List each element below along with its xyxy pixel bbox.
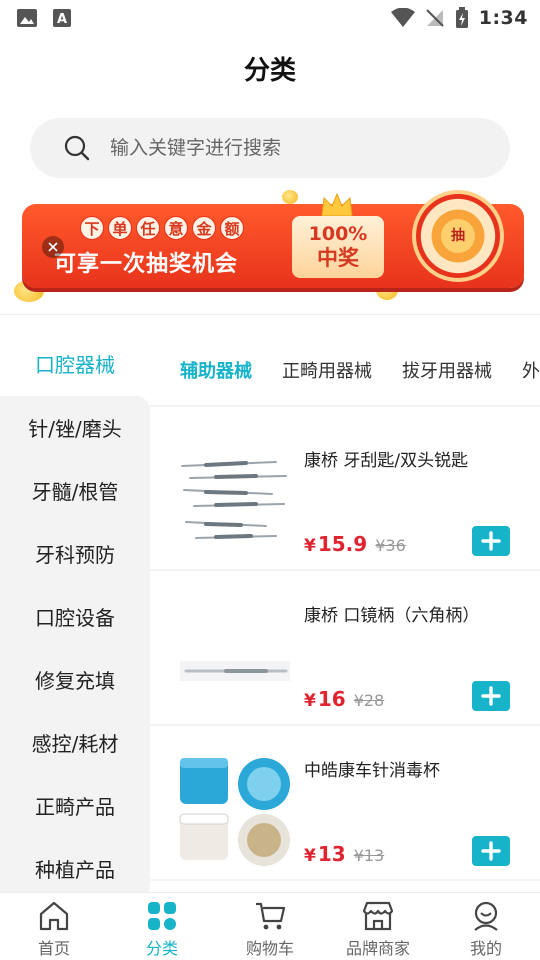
current-price: 13 (317, 842, 346, 866)
product-image-dental-curette (176, 440, 294, 558)
add-to-cart-button[interactable] (472, 526, 510, 556)
image-notification-icon (17, 9, 37, 27)
tab-extraction-instruments[interactable]: 拔牙用器械 (402, 357, 492, 383)
tab-more-truncated[interactable]: 外 (522, 357, 540, 383)
currency-symbol: ¥ (304, 691, 316, 711)
plus-icon (481, 686, 501, 706)
banner-chip: 单 (108, 216, 132, 240)
coin-decoration (282, 190, 298, 204)
wifi-icon (390, 8, 415, 27)
plus-icon (481, 531, 501, 551)
sidebar-item-restorative[interactable]: 修复充填 (0, 648, 150, 711)
nav-mine[interactable]: 我的 (432, 893, 540, 960)
sidebar-item-label: 种植产品 (35, 858, 115, 882)
original-price: ¥28 (353, 691, 385, 710)
sidebar-item-label: 口腔设备 (35, 606, 115, 630)
bottom-nav: 首页 分类 购物车 品牌商家 我的 (0, 892, 540, 960)
banner-chip: 下 (80, 216, 104, 240)
sidebar-item-endodontics[interactable]: 牙髓/根管 (0, 459, 150, 522)
banner-chip: 任 (136, 216, 160, 240)
nav-label: 分类 (145, 939, 178, 958)
sidebar-item-label: 针/锉/磨头 (28, 417, 122, 441)
close-icon (48, 242, 58, 252)
sidebar-item-dental-equipment[interactable]: 口腔设备 (0, 585, 150, 648)
nav-label: 首页 (37, 939, 70, 958)
nav-category[interactable]: 分类 (108, 893, 216, 960)
product-price: ¥ 16 ¥28 (304, 687, 384, 711)
sidebar-item-label: 牙髓/根管 (31, 480, 119, 504)
product-item[interactable]: 中皓康车针消毒杯 ¥ 13 ¥13 (150, 728, 540, 881)
status-bar: A 1:34 (0, 0, 540, 36)
category-icon (148, 902, 176, 930)
product-name: 康桥 口镜柄（六角柄） (304, 606, 480, 626)
product-image-mirror-handle (176, 595, 294, 713)
nav-brands[interactable]: 品牌商家 (324, 893, 432, 960)
product-image-bur-disinfection-cup (176, 750, 294, 868)
nav-home[interactable]: 首页 (0, 893, 108, 960)
search-bar[interactable] (30, 118, 510, 178)
nav-cart[interactable]: 购物车 (216, 893, 324, 960)
product-name: 中皓康车针消毒杯 (304, 761, 440, 781)
nav-label: 购物车 (245, 939, 294, 958)
search-input[interactable] (110, 137, 470, 159)
text-notification-icon: A (53, 9, 71, 27)
original-price: ¥13 (353, 846, 385, 865)
crown-icon (321, 192, 353, 217)
svg-text:A: A (57, 12, 67, 27)
page-title: 分类 (243, 56, 296, 86)
currency-symbol: ¥ (304, 536, 316, 556)
plus-icon (481, 841, 501, 861)
banner-close-button[interactable] (42, 236, 64, 258)
sidebar-item-label: 牙科预防 (35, 543, 115, 567)
category-sidebar: 口腔器械 针/锉/磨头 牙髓/根管 牙科预防 口腔设备 修复充填 感控/耗材 正… (0, 330, 150, 900)
add-to-cart-button[interactable] (472, 681, 510, 711)
add-to-cart-button[interactable] (472, 836, 510, 866)
current-price: 15.9 (317, 532, 368, 556)
content-divider (150, 405, 540, 407)
currency-symbol: ¥ (304, 846, 316, 866)
product-item[interactable]: 康桥 口镜柄（六角柄） ¥ 16 ¥28 (150, 573, 540, 726)
banner-chip: 额 (220, 216, 244, 240)
product-price: ¥ 15.9 ¥36 (304, 532, 406, 556)
sidebar-item-label: 口腔器械 (35, 352, 115, 377)
banner-chips: 下 单 任 意 金 额 (80, 216, 244, 240)
original-price: ¥36 (375, 536, 406, 555)
nav-label: 我的 (469, 939, 502, 958)
prize-percent: 100% (308, 223, 368, 245)
product-item[interactable]: 康桥 牙刮匙/双头锐匙 ¥ 15.9 ¥36 (150, 418, 540, 571)
user-icon (474, 901, 498, 931)
banner-chip: 金 (192, 216, 216, 240)
subcategory-tabs: 辅助器械 正畸用器械 拔牙用器械 外 (150, 340, 540, 400)
no-signal-icon (426, 9, 444, 27)
section-divider (0, 314, 540, 315)
promo-banner[interactable]: 下 单 任 意 金 额 可享一次抽奖机会 100% 中奖 抽 (0, 188, 540, 308)
banner-chip: 意 (164, 216, 188, 240)
search-icon (64, 135, 90, 161)
sidebar-item-label: 正畸产品 (35, 795, 115, 819)
product-name: 康桥 牙刮匙/双头锐匙 (304, 451, 469, 471)
sidebar-item-infection-control[interactable]: 感控/耗材 (0, 711, 150, 774)
sidebar-item-label: 感控/耗材 (31, 732, 119, 756)
sidebar-item-label: 修复充填 (35, 669, 115, 693)
sidebar-item-implants[interactable]: 种植产品 (0, 837, 150, 900)
product-price: ¥ 13 ¥13 (304, 842, 384, 866)
sidebar-item-dental-prevention[interactable]: 牙科预防 (0, 522, 150, 585)
prize-label: 中奖 (317, 246, 359, 270)
banner-main-text: 可享一次抽奖机会 (54, 252, 239, 277)
tab-auxiliary-instruments[interactable]: 辅助器械 (180, 357, 252, 383)
home-icon (39, 901, 69, 931)
store-icon (362, 901, 394, 931)
current-price: 16 (317, 687, 346, 711)
status-time: 1:34 (478, 7, 528, 29)
wheel-label: 抽 (451, 228, 465, 244)
cart-icon (256, 902, 286, 930)
sidebar-item-dental-instruments[interactable]: 口腔器械 (0, 330, 150, 396)
tab-orthodontic-instruments[interactable]: 正畸用器械 (282, 357, 372, 383)
lottery-wheel-icon: 抽 (412, 190, 504, 282)
sidebar-item-orthodontics[interactable]: 正畸产品 (0, 774, 150, 837)
battery-charging-icon (455, 7, 468, 28)
sidebar-item-needles-files-burs[interactable]: 针/锉/磨头 (0, 396, 150, 459)
banner-prize-box: 100% 中奖 (292, 216, 384, 278)
nav-label: 品牌商家 (345, 939, 410, 958)
